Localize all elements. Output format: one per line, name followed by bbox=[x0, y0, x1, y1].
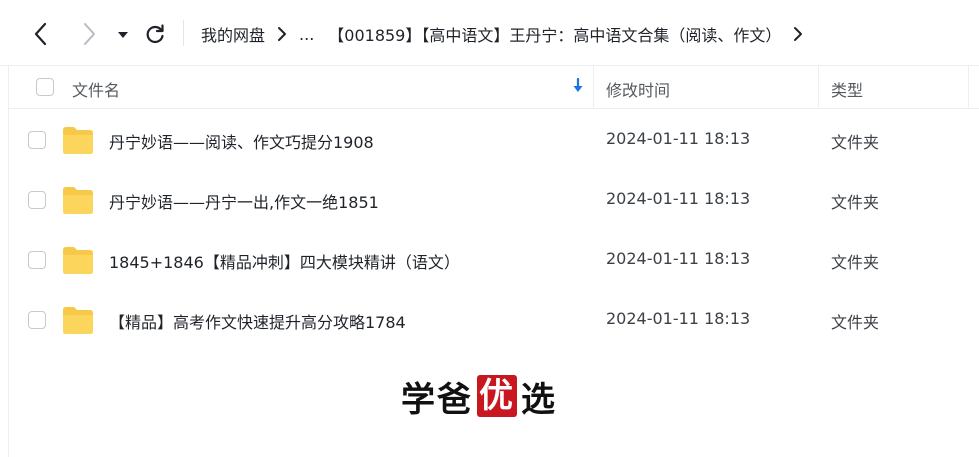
forward-button[interactable] bbox=[77, 21, 101, 47]
file-name[interactable]: 【精品】高考作文快速提升高分攻略1784 bbox=[109, 309, 406, 333]
file-name[interactable]: 丹宁妙语——丹宁一出,作文一绝1851 bbox=[109, 189, 379, 213]
file-name[interactable]: 丹宁妙语——阅读、作文巧提分1908 bbox=[109, 129, 374, 153]
folder-icon bbox=[62, 185, 94, 219]
file-type: 文件夹 bbox=[831, 193, 880, 212]
file-type: 文件夹 bbox=[831, 253, 880, 272]
row-checkbox[interactable] bbox=[28, 131, 46, 149]
row-checkbox[interactable] bbox=[28, 311, 46, 329]
column-divider[interactable] bbox=[968, 66, 969, 108]
file-modified: 2024-01-11 18:13 bbox=[606, 309, 751, 328]
column-header-type[interactable]: 类型 bbox=[831, 77, 863, 101]
breadcrumb-ellipsis[interactable]: ... bbox=[299, 25, 314, 44]
toolbar: 我的网盘 ... 【001859】【高中语文】王丹宁：高中语文合集（阅读、作文） bbox=[0, 0, 979, 66]
folder-icon bbox=[62, 125, 94, 159]
watermark-char: 选 bbox=[521, 379, 557, 420]
file-name[interactable]: 1845+1846【精品冲刺】四大模块精讲（语文） bbox=[109, 249, 460, 273]
chevron-left-icon bbox=[34, 22, 47, 46]
folder-icon bbox=[62, 305, 94, 339]
file-type: 文件夹 bbox=[831, 133, 880, 152]
column-header-modified[interactable]: 修改时间 bbox=[606, 77, 670, 101]
watermark-seal: 优 bbox=[477, 375, 517, 417]
table-header: 文件名 修改时间 类型 bbox=[9, 66, 979, 109]
watermark-char: 爸 bbox=[437, 379, 473, 420]
arrow-down-icon[interactable] bbox=[571, 77, 585, 98]
refresh-icon bbox=[146, 24, 164, 44]
breadcrumb-root[interactable]: 我的网盘 bbox=[201, 22, 265, 46]
chevron-right-icon bbox=[84, 23, 95, 45]
column-header-name[interactable]: 文件名 bbox=[72, 77, 120, 101]
breadcrumb: 我的网盘 ... 【001859】【高中语文】王丹宁：高中语文合集（阅读、作文） bbox=[201, 21, 815, 47]
column-divider[interactable] bbox=[818, 66, 819, 108]
refresh-button[interactable] bbox=[143, 21, 167, 47]
file-type: 文件夹 bbox=[831, 313, 880, 332]
row-checkbox[interactable] bbox=[28, 191, 46, 209]
chevron-right-icon bbox=[277, 26, 287, 42]
caret-down-icon bbox=[118, 32, 128, 38]
toolbar-divider bbox=[183, 20, 184, 46]
row-checkbox[interactable] bbox=[28, 251, 46, 269]
breadcrumb-current[interactable]: 【001859】【高中语文】王丹宁：高中语文合集（阅读、作文） bbox=[328, 22, 781, 46]
back-button[interactable] bbox=[29, 21, 53, 47]
watermark-char: 学 bbox=[401, 379, 437, 420]
history-dropdown-button[interactable] bbox=[113, 21, 133, 47]
table-row[interactable]: 【精品】高考作文快速提升高分攻略1784 2024-01-11 18:13 文件… bbox=[9, 290, 979, 350]
select-all-checkbox[interactable] bbox=[36, 78, 54, 96]
table-row[interactable]: 丹宁妙语——丹宁一出,作文一绝1851 2024-01-11 18:13 文件夹 bbox=[9, 170, 979, 230]
table-row[interactable]: 1845+1846【精品冲刺】四大模块精讲（语文） 2024-01-11 18:… bbox=[9, 230, 979, 290]
file-modified: 2024-01-11 18:13 bbox=[606, 249, 751, 268]
file-modified: 2024-01-11 18:13 bbox=[606, 129, 751, 148]
file-modified: 2024-01-11 18:13 bbox=[606, 189, 751, 208]
table-row[interactable]: 丹宁妙语——阅读、作文巧提分1908 2024-01-11 18:13 文件夹 bbox=[9, 110, 979, 170]
watermark-logo: 学 爸 优 选 bbox=[401, 372, 557, 420]
chevron-right-icon bbox=[793, 26, 803, 42]
column-divider[interactable] bbox=[593, 66, 594, 108]
folder-icon bbox=[62, 245, 94, 279]
